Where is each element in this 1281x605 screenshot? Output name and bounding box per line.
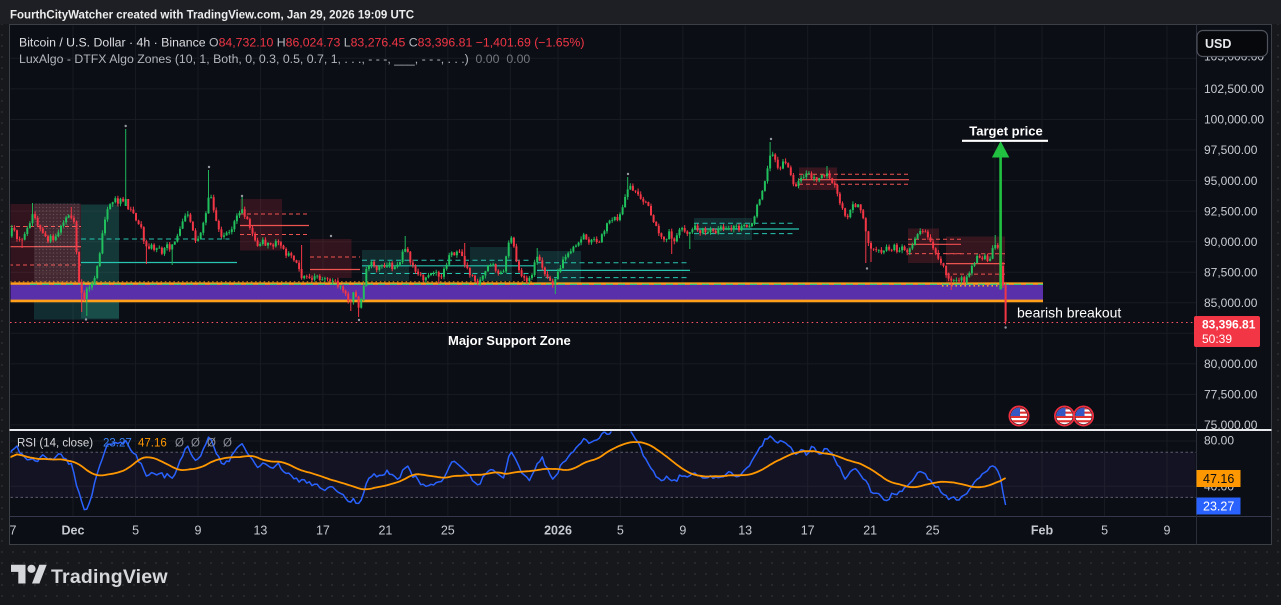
svg-text:100,000.00: 100,000.00 <box>1204 113 1264 127</box>
svg-text:90,000.00: 90,000.00 <box>1204 235 1258 249</box>
svg-text:23.27: 23.27 <box>103 438 132 450</box>
svg-text:87,500.00: 87,500.00 <box>1204 265 1258 279</box>
svg-text:TradingView: TradingView <box>51 566 168 588</box>
svg-text:5: 5 <box>617 524 624 538</box>
svg-text:7: 7 <box>10 524 17 538</box>
svg-text:75,000.00: 75,000.00 <box>1204 418 1258 432</box>
svg-text:Ø: Ø <box>207 438 216 450</box>
svg-text:9: 9 <box>195 524 202 538</box>
svg-text:25: 25 <box>441 524 455 538</box>
svg-text:5: 5 <box>132 524 139 538</box>
svg-text:13: 13 <box>738 524 752 538</box>
svg-text:Dec: Dec <box>62 524 85 538</box>
svg-text:102,500.00: 102,500.00 <box>1204 82 1264 96</box>
svg-text:2026: 2026 <box>544 524 572 538</box>
svg-text:83,396.81: 83,396.81 <box>1202 318 1256 332</box>
svg-text:Feb: Feb <box>1031 524 1054 538</box>
svg-text:FourthCityWatcher created with: FourthCityWatcher created with TradingVi… <box>10 10 414 22</box>
svg-text:92,500.00: 92,500.00 <box>1204 204 1258 218</box>
svg-text:Ø: Ø <box>223 438 232 450</box>
svg-text:95,000.00: 95,000.00 <box>1204 174 1258 188</box>
svg-text:21: 21 <box>863 524 877 538</box>
svg-text:USD: USD <box>1205 37 1231 51</box>
svg-text:25: 25 <box>926 524 940 538</box>
svg-text:77,500.00: 77,500.00 <box>1204 388 1258 402</box>
svg-text:50:39: 50:39 <box>1202 332 1232 346</box>
svg-text:Ø: Ø <box>191 438 200 450</box>
svg-text:5: 5 <box>1101 524 1108 538</box>
svg-text:Major Support Zone: Major Support Zone <box>448 333 571 348</box>
svg-text:Target price: Target price <box>969 124 1042 139</box>
svg-text:17: 17 <box>801 524 815 538</box>
svg-text:21: 21 <box>378 524 392 538</box>
svg-text:13: 13 <box>253 524 267 538</box>
svg-text:97,500.00: 97,500.00 <box>1204 143 1258 157</box>
svg-text:80.00: 80.00 <box>1204 434 1234 448</box>
svg-text:bearish breakout: bearish breakout <box>1017 305 1121 321</box>
svg-text:47.16: 47.16 <box>1203 472 1234 486</box>
svg-text:Ø: Ø <box>175 438 184 450</box>
svg-text:47.16: 47.16 <box>138 438 167 450</box>
svg-text:9: 9 <box>679 524 686 538</box>
svg-text:23.27: 23.27 <box>1203 499 1234 513</box>
svg-text:RSI (14, close): RSI (14, close) <box>17 438 93 450</box>
svg-text:17: 17 <box>316 524 330 538</box>
svg-text:80,000.00: 80,000.00 <box>1204 357 1258 371</box>
svg-text:9: 9 <box>1164 524 1171 538</box>
svg-text:LuxAlgo - DTFX Algo Zones (10,: LuxAlgo - DTFX Algo Zones (10, 1, Both, … <box>19 52 530 66</box>
svg-text:Bitcoin / U.S. Dollar · 4h · B: Bitcoin / U.S. Dollar · 4h · Binance O84… <box>19 36 584 50</box>
svg-text:85,000.00: 85,000.00 <box>1204 296 1258 310</box>
